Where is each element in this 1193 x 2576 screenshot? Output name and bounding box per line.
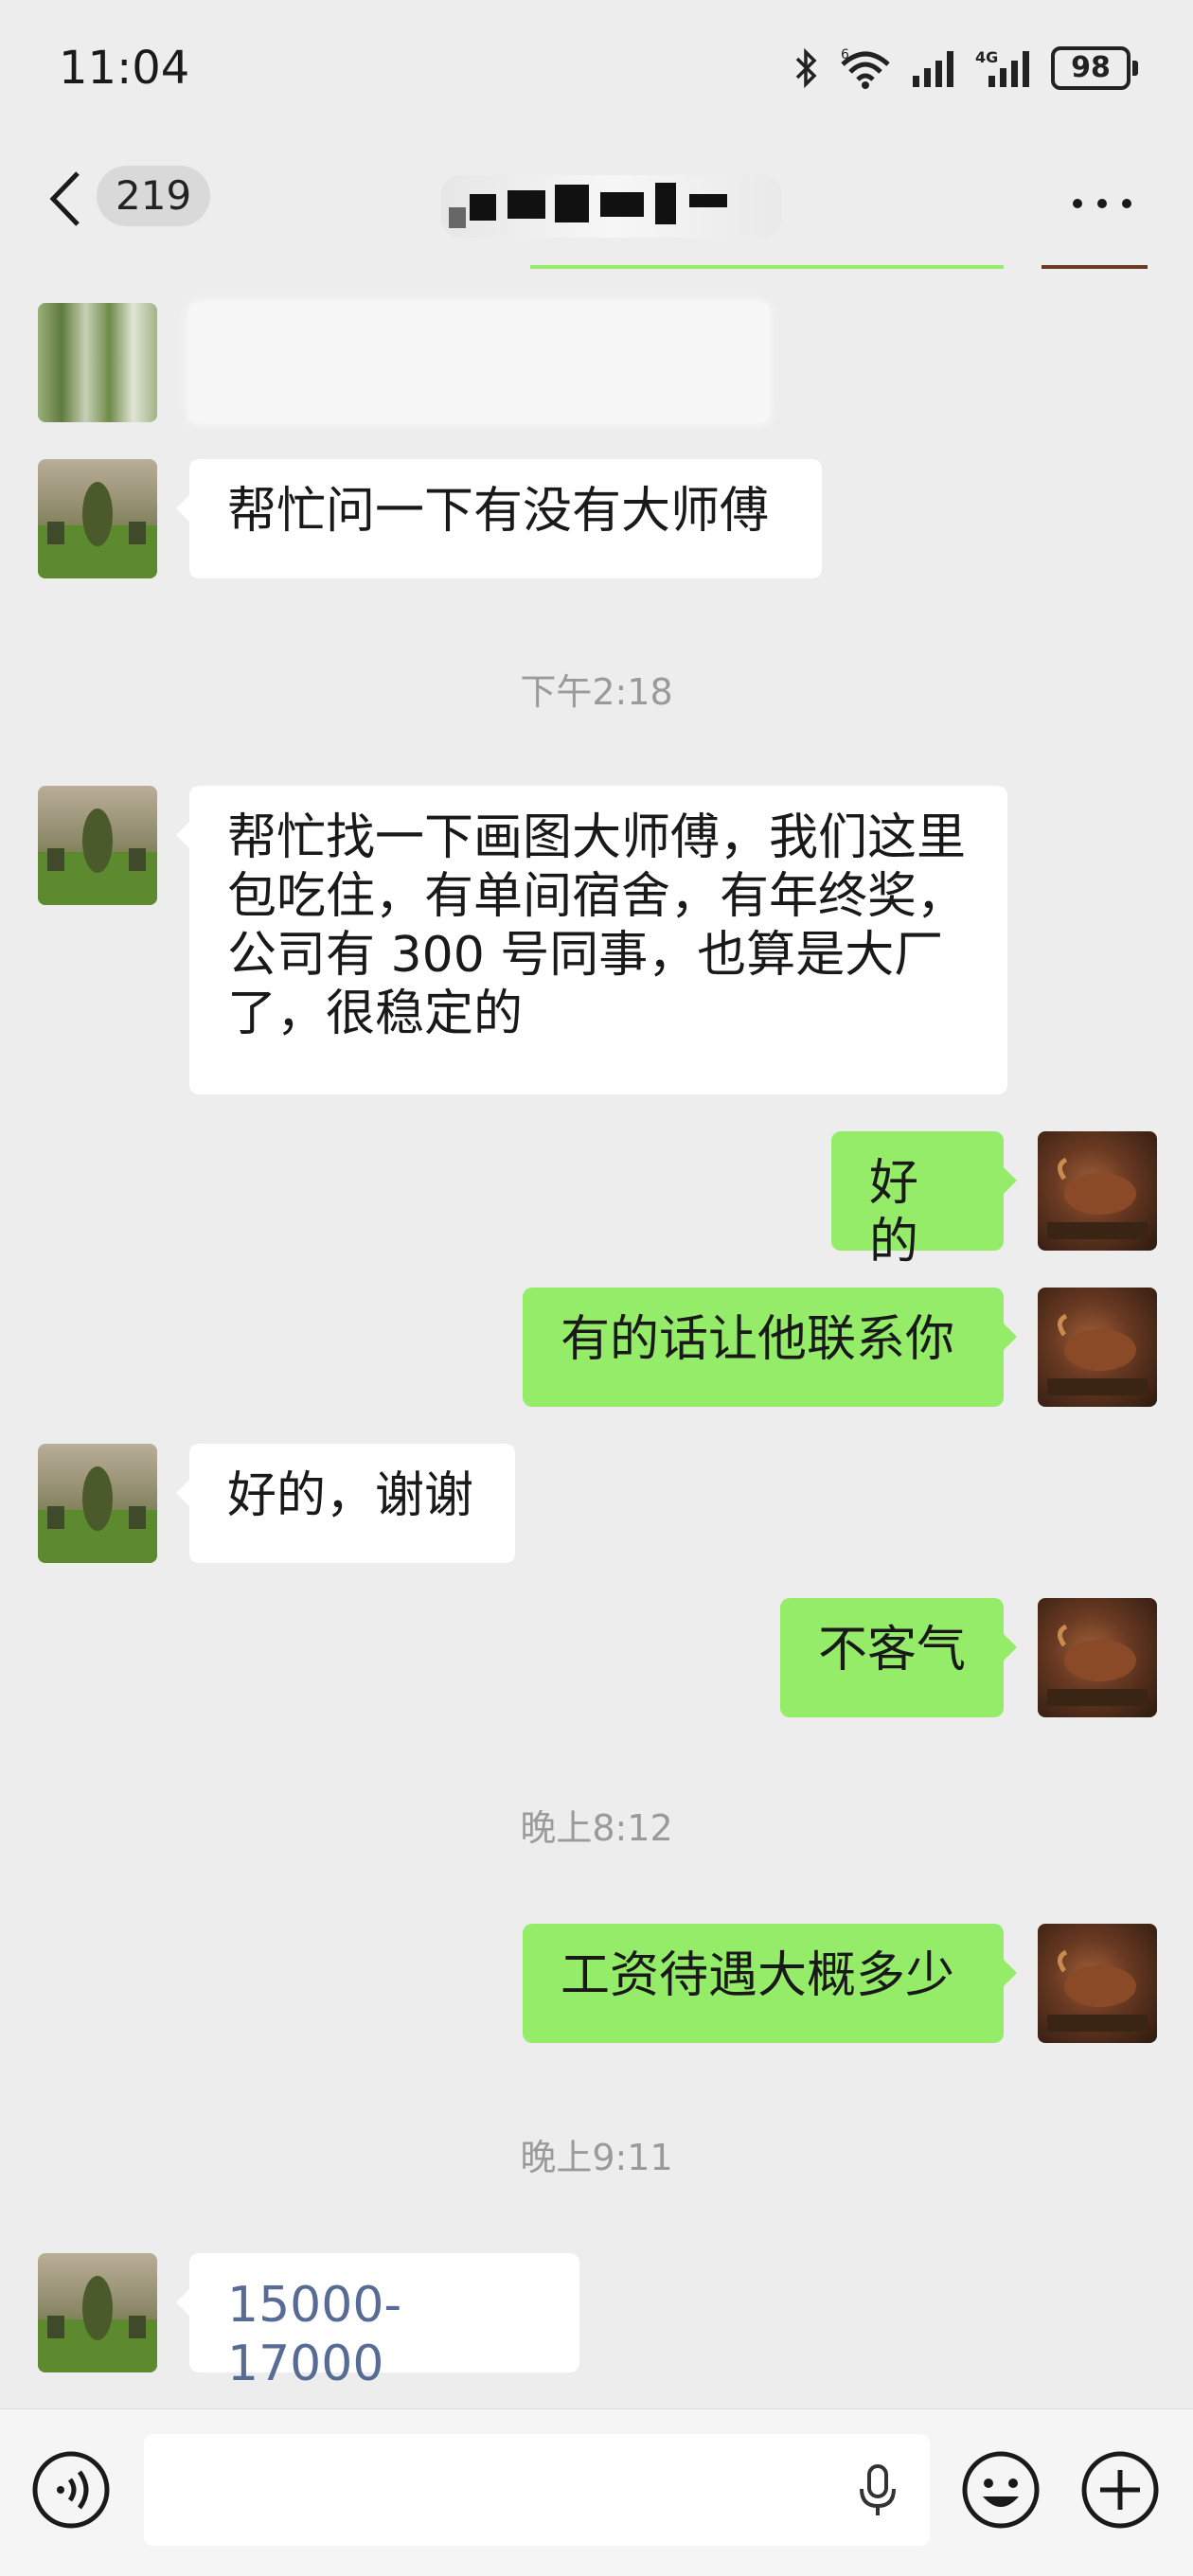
- bull-avatar-image: [1047, 1157, 1148, 1239]
- message-bubble-right[interactable]: 工资待遇大概多少: [523, 1924, 1017, 2043]
- timestamp: 晚上9:11: [520, 2137, 673, 2178]
- message-bubble-right[interactable]: 有的话让他联系你: [523, 1288, 1017, 1407]
- message-bubble-left[interactable]: 15000-17000: [176, 2253, 579, 2392]
- scrolled-bubble-edge: [530, 265, 1004, 269]
- soldier-avatar-image: [38, 808, 157, 905]
- message-bubble-right[interactable]: 不客气: [780, 1598, 1017, 1717]
- bull-avatar-image: [1047, 1949, 1148, 2032]
- timestamp: 下午2:18: [520, 671, 673, 713]
- more-horizontal-icon[interactable]: [1064, 175, 1140, 232]
- emoji-icon[interactable]: [960, 2449, 1042, 2531]
- signal-4g-icon: 4G: [975, 48, 1029, 87]
- avatar[interactable]: [38, 459, 157, 578]
- avatar-self[interactable]: [1038, 1131, 1157, 1251]
- message-bubble-redacted[interactable]: [189, 303, 769, 422]
- network-label: 4G: [975, 48, 998, 66]
- status-icons: 6 4G 98: [792, 42, 1138, 95]
- avatar-self[interactable]: [1038, 1924, 1157, 2043]
- message-bubble-left[interactable]: 帮忙问一下有没有大师傅: [176, 459, 822, 578]
- back-chevron-icon[interactable]: [42, 166, 89, 232]
- status-time: 11:04: [59, 42, 190, 95]
- message-bubble-left[interactable]: 帮忙找一下画图大师傅，我们这里 包吃住，有单间宿舍，有年终奖， 公司有 300 …: [176, 786, 1007, 1094]
- wifi-icon: 6: [841, 47, 890, 89]
- soldier-avatar-image: [38, 482, 157, 578]
- bull-avatar-image: [1047, 1313, 1148, 1395]
- microphone-icon[interactable]: [854, 2462, 901, 2519]
- avatar[interactable]: [38, 1444, 157, 1563]
- bluetooth-icon: [795, 47, 817, 89]
- avatar-self[interactable]: [1038, 1598, 1157, 1717]
- message-bubble-left[interactable]: 好的，谢谢: [176, 1444, 515, 1563]
- avatar[interactable]: [38, 303, 157, 422]
- chat-header: 219: [0, 137, 1193, 265]
- wifi-badge: 6: [841, 47, 849, 62]
- bull-avatar-image: [1047, 1624, 1148, 1706]
- avatar[interactable]: [38, 2253, 157, 2372]
- battery-icon: 98: [1051, 46, 1138, 90]
- status-bar: 11:04 6 4G 98: [0, 0, 1193, 137]
- voice-toggle-icon[interactable]: [30, 2449, 112, 2531]
- input-bar: [0, 2408, 1193, 2576]
- signal-icon: [913, 51, 953, 87]
- chat-title-redacted: [441, 175, 782, 238]
- message-input[interactable]: [144, 2434, 930, 2546]
- message-list[interactable]: 帮忙问一下有没有大师傅 下午2:18 帮忙找一下画图大师傅，我们这里 包吃住，有…: [0, 265, 1193, 2408]
- soldier-avatar-image: [38, 1466, 157, 1563]
- avatar-self[interactable]: [1038, 1288, 1157, 1407]
- timestamp: 晚上8:12: [520, 1807, 673, 1849]
- scrolled-avatar-edge: [1042, 265, 1148, 269]
- avatar[interactable]: [38, 786, 157, 905]
- unread-count-badge[interactable]: 219: [97, 166, 211, 226]
- plus-circle-icon[interactable]: [1079, 2449, 1161, 2531]
- soldier-avatar-image: [38, 2276, 157, 2372]
- message-bubble-right[interactable]: 好的: [831, 1131, 1017, 1270]
